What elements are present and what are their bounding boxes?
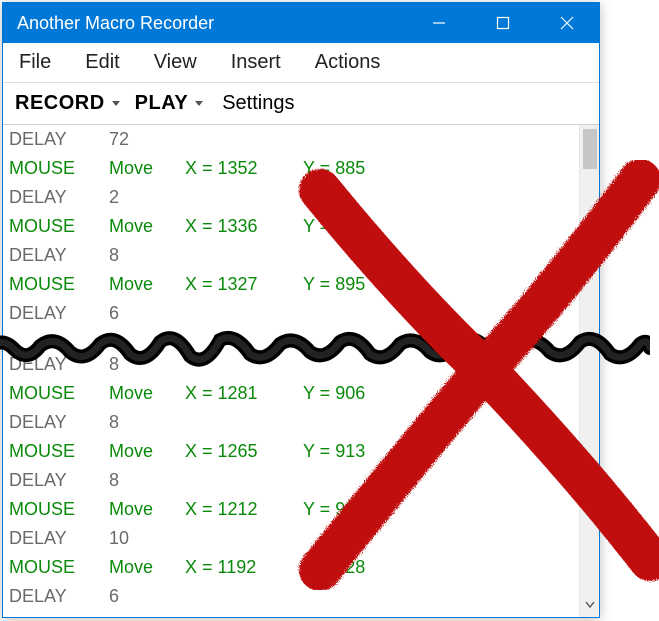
- event-x: X = 1212: [185, 495, 303, 524]
- scrollbar[interactable]: [579, 125, 599, 617]
- event-type: DELAY: [9, 582, 109, 611]
- event-col2: 72: [109, 125, 185, 154]
- event-col2: 10: [109, 524, 185, 553]
- event-type: MOUSE: [9, 154, 109, 183]
- event-row[interactable]: DELAY6: [3, 582, 579, 611]
- event-x: X = 1281: [185, 379, 303, 408]
- event-row[interactable]: MOUSEMoveX = 1212Y = 923: [3, 495, 579, 524]
- event-col2: 6: [109, 582, 185, 611]
- event-col2: 8: [109, 408, 185, 437]
- event-y: Y = 885: [303, 154, 421, 183]
- event-col2: 6: [109, 299, 185, 328]
- record-button[interactable]: RECORD: [11, 90, 109, 117]
- play-dropdown[interactable]: [192, 100, 206, 108]
- event-col2: Move: [109, 379, 185, 408]
- settings-button[interactable]: Settings: [214, 90, 302, 117]
- maximize-button[interactable]: [471, 3, 535, 43]
- event-list-area: DELAY72MOUSEMoveX = 1352Y = 885DELAY2MOU…: [3, 125, 599, 617]
- window-controls: [407, 3, 599, 43]
- event-row[interactable]: DELAY8: [3, 466, 579, 495]
- event-col2: Move: [109, 437, 185, 466]
- chevron-down-icon: [112, 100, 120, 108]
- event-col2: 2: [109, 183, 185, 212]
- event-col2: 8: [109, 350, 185, 379]
- window-title: Another Macro Recorder: [17, 13, 407, 34]
- event-type: MOUSE: [9, 553, 109, 582]
- event-col2: Move: [109, 270, 185, 299]
- menu-actions[interactable]: Actions: [309, 47, 387, 78]
- event-row[interactable]: DELAY10: [3, 524, 579, 553]
- event-y: Y = 906: [303, 379, 421, 408]
- toolbar: RECORD PLAY Settings: [3, 83, 599, 125]
- event-type: MOUSE: [9, 495, 109, 524]
- chevron-down-icon: [195, 100, 203, 108]
- scroll-thumb[interactable]: [583, 129, 597, 169]
- event-col2: Move: [109, 553, 185, 582]
- event-col2: 8: [109, 466, 185, 495]
- event-col2: Move: [109, 154, 185, 183]
- scroll-down-arrow[interactable]: [580, 599, 599, 613]
- maximize-icon: [496, 16, 510, 30]
- event-type: DELAY: [9, 524, 109, 553]
- event-row[interactable]: MOUSEMoveX = 1352Y = 885: [3, 154, 579, 183]
- event-y: Y = 923: [303, 495, 421, 524]
- tear-gap: [3, 328, 579, 350]
- close-icon: [560, 16, 574, 30]
- menubar: File Edit View Insert Actions: [3, 43, 599, 83]
- event-row[interactable]: MOUSEMoveX = 1327Y = 895: [3, 270, 579, 299]
- minimize-icon: [432, 16, 446, 30]
- event-type: MOUSE: [9, 379, 109, 408]
- play-button[interactable]: PLAY: [131, 90, 193, 117]
- menu-file[interactable]: File: [13, 47, 57, 78]
- event-row[interactable]: MOUSEMoveX = 1336Y = 891: [3, 212, 579, 241]
- event-list[interactable]: DELAY72MOUSEMoveX = 1352Y = 885DELAY2MOU…: [3, 125, 579, 617]
- event-type: DELAY: [9, 241, 109, 270]
- event-col2: Move: [109, 212, 185, 241]
- event-type: MOUSE: [9, 212, 109, 241]
- event-row[interactable]: MOUSEMoveX = 1192Y = 928: [3, 553, 579, 582]
- menu-insert[interactable]: Insert: [225, 47, 287, 78]
- event-row[interactable]: DELAY2: [3, 183, 579, 212]
- event-row[interactable]: DELAY8: [3, 350, 579, 379]
- event-row[interactable]: MOUSEMoveX = 1281Y = 906: [3, 379, 579, 408]
- titlebar: Another Macro Recorder: [3, 3, 599, 43]
- event-type: DELAY: [9, 466, 109, 495]
- event-row[interactable]: DELAY8: [3, 241, 579, 270]
- event-type: DELAY: [9, 350, 109, 379]
- record-dropdown[interactable]: [109, 100, 123, 108]
- event-row[interactable]: DELAY72: [3, 125, 579, 154]
- chevron-down-icon: [585, 600, 595, 610]
- event-x: X = 1352: [185, 154, 303, 183]
- event-x: X = 1192: [185, 553, 303, 582]
- event-y: Y = 913: [303, 437, 421, 466]
- event-type: DELAY: [9, 299, 109, 328]
- event-col2: Move: [109, 495, 185, 524]
- event-x: X = 1327: [185, 270, 303, 299]
- event-type: DELAY: [9, 125, 109, 154]
- event-y: Y = 891: [303, 212, 421, 241]
- event-row[interactable]: DELAY6: [3, 299, 579, 328]
- event-type: MOUSE: [9, 437, 109, 466]
- app-window: Another Macro Recorder File Edit View In…: [2, 2, 600, 618]
- event-x: X = 1336: [185, 212, 303, 241]
- menu-edit[interactable]: Edit: [79, 47, 125, 78]
- event-row[interactable]: DELAY8: [3, 408, 579, 437]
- menu-view[interactable]: View: [148, 47, 203, 78]
- event-type: DELAY: [9, 408, 109, 437]
- event-type: MOUSE: [9, 270, 109, 299]
- event-type: DELAY: [9, 183, 109, 212]
- minimize-button[interactable]: [407, 3, 471, 43]
- event-y: Y = 895: [303, 270, 421, 299]
- event-row[interactable]: MOUSEMoveX = 1265Y = 913: [3, 437, 579, 466]
- event-col2: 8: [109, 241, 185, 270]
- event-x: X = 1265: [185, 437, 303, 466]
- event-y: Y = 928: [303, 553, 421, 582]
- close-button[interactable]: [535, 3, 599, 43]
